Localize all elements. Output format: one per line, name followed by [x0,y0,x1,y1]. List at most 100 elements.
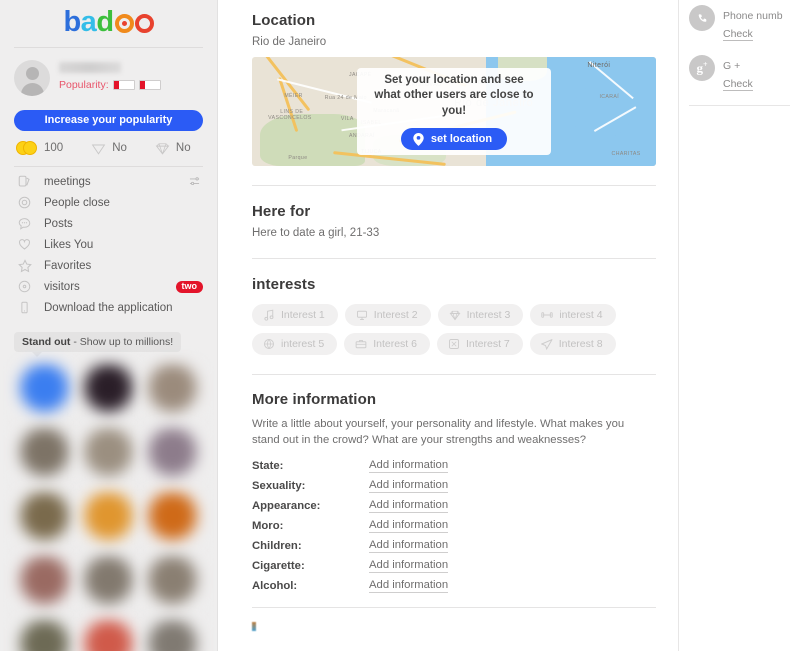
interest-chip[interactable]: interest 5 [252,333,338,355]
interest-chip[interactable]: Interest 7 [436,333,523,355]
target-icon [16,194,33,211]
verify-phone[interactable]: Phone numb Check [689,5,790,42]
map-label: Parque [288,155,308,162]
add-information-link[interactable]: Add information [369,479,449,493]
more-information-description: Write a little about yourself, your pers… [252,418,625,447]
interest-chip[interactable]: Interest 8 [529,333,616,355]
location-map[interactable]: JACAPÉMÉIERRua 24 de MaioLINS DEVASCONCE… [252,57,656,166]
photo-thumbnail[interactable] [16,426,73,483]
sidebar-item-posts[interactable]: Posts [0,213,217,234]
avatar[interactable] [14,60,50,96]
add-information-link[interactable]: Add information [369,459,449,473]
info-row-key: Sexuality: [252,479,306,492]
divider-after-interests [252,374,656,375]
photo-thumbnail[interactable] [144,362,201,419]
left-sidebar: bad Popularity: Increase your popularity… [0,0,218,651]
standout-tooltip[interactable]: Stand out - Show up to millions! [14,332,182,357]
interest-chip[interactable]: Interest 2 [344,304,431,326]
sidebar-item-label: meetings [44,175,91,188]
sidebar-item-people-close[interactable]: People close [0,192,217,213]
photo-thumbnail[interactable] [80,554,137,611]
info-row-key: State: [252,459,284,472]
here-for-title: Here for [252,203,311,220]
credit-coins[interactable]: 100 [16,141,63,155]
interest-chip[interactable]: interest 4 [530,304,616,326]
set-location-card: Set your location and see what other use… [357,67,551,156]
map-label: VILA [340,115,354,122]
music-note-icon [264,309,274,321]
photo-thumbnail[interactable] [144,554,201,611]
map-pin-icon [413,132,424,146]
interest-chip[interactable]: Interest 6 [344,333,430,355]
logo-o-red-icon [134,14,154,33]
info-row: Alcohol: Add information [252,576,656,596]
cards-icon [16,173,33,190]
verify-google-plus[interactable]: g+ G + Check [689,55,790,92]
photo-thumbnail[interactable] [144,490,201,547]
popularity-bar-2 [138,80,161,90]
interest-chip-label: Interest 6 [373,338,417,350]
sidebar-item-likes-you[interactable]: Likes You [0,234,217,255]
verify-google-plus-link[interactable]: Check [723,78,753,91]
set-location-button[interactable]: set location [400,128,508,151]
credits-row: 100 No No [0,131,217,166]
location-city: Rio de Janeiro [252,36,327,48]
coins-value: 100 [44,142,64,154]
add-information-link[interactable]: Add information [369,559,449,573]
sliders-icon[interactable] [186,173,203,190]
popularity-meter: Popularity: [59,79,161,91]
photo-thumbnail[interactable] [80,362,137,419]
sidebar-item-favorites[interactable]: Favorites [0,255,217,276]
verify-phone-label: Phone numb [723,10,783,22]
eye-icon [16,278,33,295]
verify-phone-link[interactable]: Check [723,28,753,41]
interests-title: interests [252,276,316,293]
diamond-icon [155,142,170,155]
add-information-link[interactable]: Add information [369,579,449,593]
sidebar-item-meetings[interactable]: meetings [0,171,217,192]
interest-chip[interactable]: Interest 3 [437,304,524,326]
add-information-link[interactable]: Add information [369,539,449,553]
brand-logo[interactable]: bad [0,0,217,47]
photo-thumbnail[interactable] [16,554,73,611]
photo-thumbnail[interactable] [144,426,201,483]
phone-icon [689,5,715,31]
map-label: ICARAÍ [599,94,620,101]
photo-thumbnail[interactable] [16,362,73,419]
sidebar-item-download-app[interactable]: Download the application [0,297,217,318]
gem-outline-value: No [112,142,127,154]
credit-gem-outline[interactable]: No [91,142,127,155]
visitors-badge: two [175,280,203,293]
add-information-link[interactable]: Add information [369,519,449,533]
photo-thumbnail[interactable] [80,490,137,547]
photo-thumbnail[interactable] [80,618,137,651]
photo-grid [0,352,217,651]
add-information-link[interactable]: Add information [369,499,449,513]
photo-thumbnail[interactable] [16,618,73,651]
divider-after-here-for [252,258,656,259]
profile-summary[interactable]: Popularity: [0,48,217,102]
google-plus-icon: g+ [689,55,715,81]
briefcase-icon [355,340,367,349]
more-information-title: More information [252,391,377,408]
divider-after-location [252,185,656,186]
info-row: State: Add information [252,456,656,476]
gem-outline-icon [91,143,106,155]
popularity-label: Popularity: [59,79,109,91]
credit-diamond[interactable]: No [155,142,191,155]
sidebar-item-visitors[interactable]: visitors two [0,276,217,297]
divider-bottom [252,606,656,608]
info-row-key: Cigarette: [252,559,305,572]
interest-chip-label: interest 5 [281,338,325,350]
photo-thumbnail[interactable] [16,490,73,547]
sidebar-item-label: People close [44,196,110,209]
popularity-bar-1 [112,80,135,90]
phone-mobile-icon [16,299,33,316]
diamond-value: No [175,142,191,154]
photo-thumbnail[interactable] [80,426,137,483]
more-information-table: State: Add information Sexuality: Add infor… [252,456,656,596]
photo-thumbnail[interactable] [144,618,201,651]
increase-popularity-button[interactable]: Increase your popularity [14,110,203,131]
heart-icon [16,236,33,253]
interest-chip[interactable]: Interest 1 [252,304,338,326]
